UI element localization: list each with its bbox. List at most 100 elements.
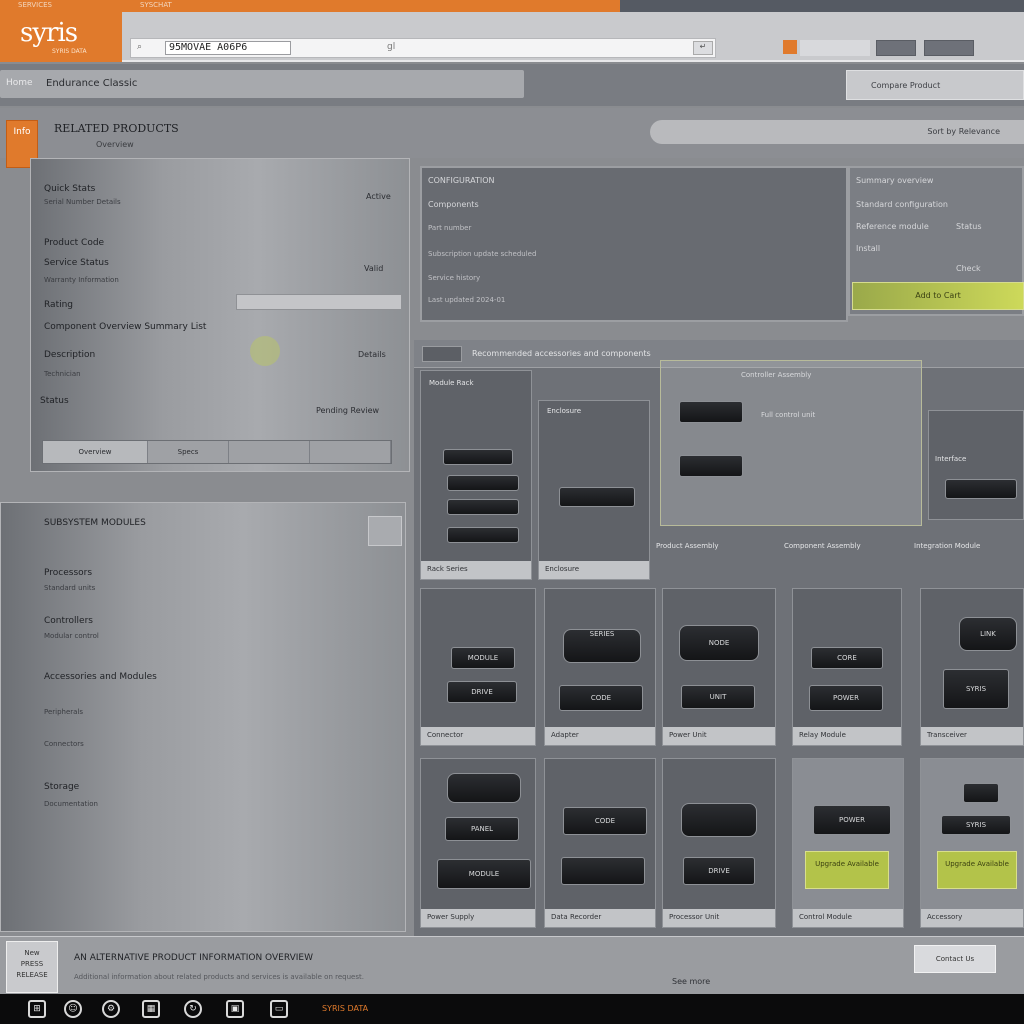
product-card[interactable]: NODE UNIT Power Unit [662,588,776,746]
chip-icon[interactable]: ▦ [142,1000,160,1018]
grid-view-icon[interactable] [422,346,462,362]
top-strip-right [620,0,1024,12]
product-card[interactable]: DRIVE Processor Unit [662,758,776,928]
search-bar[interactable]: ⌕ 95MOVAE A06P6 gl ↵ [130,38,716,58]
account-button[interactable] [876,40,916,56]
top-strip-mid-text[interactable]: SYSCHAT [140,1,172,9]
upgrade-badge[interactable]: Upgrade Available [937,851,1017,889]
product-label: Relay Module [793,727,901,745]
compare-button[interactable]: Compare Product [846,70,1024,100]
device-image [447,475,519,491]
device-image [963,783,999,803]
top-strip-left-text[interactable]: SERVICES [18,1,52,9]
modules-panel [0,502,406,932]
page-title: RELATED PRODUCTS [54,122,179,135]
cart-button[interactable] [924,40,974,56]
rating-bar[interactable] [236,294,402,310]
product-label: Power Unit [663,727,775,745]
sidebar-row-label: Description [44,350,96,360]
compare-label: Compare Product [871,81,941,90]
product-label: Adapter [545,727,655,745]
device-image [559,487,635,507]
module-section-head[interactable]: Storage [44,782,79,792]
config-line: Part number [428,224,472,232]
module-section-head[interactable]: Connectors [44,740,84,748]
taskbar-app-label[interactable]: SYRIS DATA [322,1004,368,1013]
product-card[interactable]: Enclosure Enclosure [538,400,650,580]
tab-3[interactable] [229,441,310,463]
module-section-head[interactable]: Controllers [44,616,93,626]
device-image: SYRIS [941,815,1011,835]
page-subtitle: Overview [96,140,134,149]
device-image [443,449,513,465]
breadcrumb-home[interactable]: Home [6,78,33,88]
summary-value: Check [956,264,981,273]
product-card[interactable]: Interface [928,410,1024,520]
product-card[interactable]: SERIES CODE Adapter [544,588,656,746]
product-caption: Full control unit [761,411,816,419]
summary-value: Status [956,222,982,231]
product-label: Transceiver [921,727,1023,745]
search-submit-button[interactable]: ↵ [693,41,713,55]
tab-overview[interactable]: Overview [43,441,148,463]
promo-line: New [24,949,40,957]
product-card[interactable]: POWER Upgrade Available Control Module [792,758,904,928]
modules-expand-button[interactable] [368,516,402,546]
product-card[interactable]: PANEL MODULE Power Supply [420,758,536,928]
device-image: POWER [813,805,891,835]
upgrade-badge[interactable]: Upgrade Available [805,851,889,889]
breadcrumb-current[interactable]: Endurance Classic [46,78,137,89]
bottom-banner: New PRESS RELEASE AN ALTERNATIVE PRODUCT… [0,936,1024,994]
search-separator-text: gl [387,42,396,52]
grid-header-title: Recommended accessories and components [472,349,651,358]
product-card[interactable]: MODULE DRIVE Connector [420,588,536,746]
config-line: Last updated 2024-01 [428,296,506,304]
windows-icon[interactable]: ⊞ [28,1000,46,1018]
header: syris SYRIS DATA ⌕ 95MOVAE A06P6 gl ↵ [0,12,1024,62]
highlight-dot [250,336,280,366]
press-release-box[interactable]: New PRESS RELEASE [6,941,58,993]
product-label: Enclosure [539,561,649,579]
sidebar-row-label: Serial Number Details [44,198,121,206]
product-label: Connector [421,727,535,745]
featured-product-box[interactable]: Controller Assembly Full control unit [660,360,922,526]
product-card[interactable]: CODE Data Recorder [544,758,656,928]
logo[interactable]: syris SYRIS DATA [0,12,122,62]
device-image: CORE [811,647,883,669]
header-toolbar [800,40,870,56]
product-card[interactable]: Module Rack Rack Series [420,370,532,580]
module-section-head[interactable]: Peripherals [44,708,83,716]
contact-button[interactable]: Contact Us [914,945,996,973]
summary-line: Reference module [856,222,929,231]
device-image [447,527,519,543]
tab-4[interactable] [310,441,391,463]
refresh-icon[interactable]: ↻ [184,1000,202,1018]
monitor-icon[interactable]: ▭ [270,1000,288,1018]
module-section-head[interactable]: Accessories and Modules [44,672,157,682]
config-line: Components [428,200,479,209]
product-card[interactable]: CORE POWER Relay Module [792,588,902,746]
top-strip: SERVICES SYSCHAT [0,0,1024,12]
sidebar-row-value: Valid [364,264,384,273]
gear-icon[interactable]: ⚙ [102,1000,120,1018]
module-section-head[interactable]: Processors [44,568,92,578]
promo-line: RELEASE [16,971,48,979]
see-more-link[interactable]: See more [672,977,710,986]
search-value: 95MOVAE A06P6 [169,42,248,53]
add-to-cart-button[interactable]: Add to Cart [852,282,1024,310]
logo-subtitle: SYRIS DATA [52,48,87,55]
product-label: Power Supply [421,909,535,927]
summary-line: Standard configuration [856,200,949,209]
module-section-head[interactable]: Documentation [44,800,98,808]
product-card[interactable]: SYRIS Upgrade Available Accessory [920,758,1024,928]
config-line: Service history [428,274,481,282]
tab-specs[interactable]: Specs [148,441,229,463]
sidebar-row-label: Status [40,396,69,406]
people-icon[interactable]: ☺ [64,1000,82,1018]
sidebar-row-value: Details [358,350,386,359]
product-card[interactable]: LINK SYRIS Transceiver [920,588,1024,746]
sort-dropdown[interactable]: Sort by Relevance [650,120,1024,144]
notification-badge[interactable] [783,40,797,54]
cpu-icon[interactable]: ▣ [226,1000,244,1018]
search-icon[interactable]: ⌕ [137,42,142,52]
